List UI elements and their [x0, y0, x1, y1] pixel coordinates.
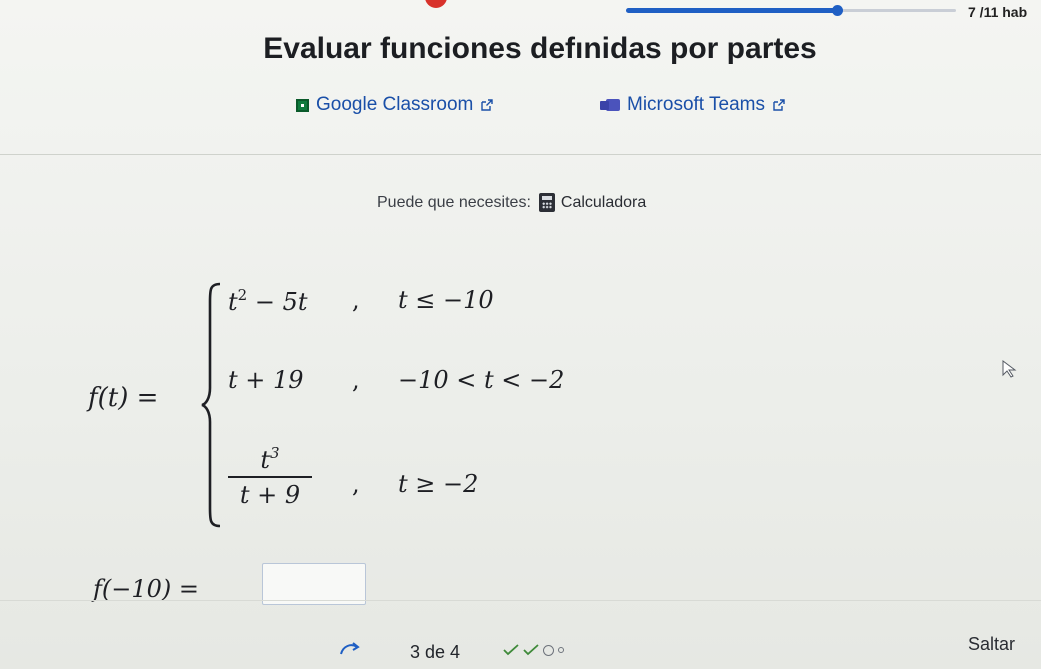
google-classroom-link[interactable]: Google Classroom [296, 94, 494, 116]
question-prompt: f(−10) = [93, 575, 199, 603]
exercise-page: 7 /11 hab Evaluar funciones defınidas po… [0, 0, 1041, 669]
progress-count: 7 /11 hab [968, 4, 1028, 20]
piece-3-numerator: t3 [228, 444, 312, 474]
piece-1-tail: − 5t [247, 288, 308, 316]
fraction-bar [228, 476, 312, 478]
progress-bar [626, 5, 956, 16]
calculator-link[interactable]: Calculadora [538, 193, 647, 212]
progress-knob [832, 5, 844, 16]
notification-dot[interactable] [425, 0, 447, 8]
piece-3-sep: , [352, 470, 360, 498]
piece-2-sep: , [352, 366, 360, 394]
share-row: Google Classroom Microsoft Teams [0, 94, 1041, 120]
piece-1-base: t [228, 288, 238, 316]
calculator-icon [538, 193, 555, 212]
function-lhs: f(t) = [88, 383, 159, 413]
divider [0, 154, 1041, 155]
piece-3-denominator: t + 9 [239, 481, 301, 509]
skip-button[interactable]: Saltar [968, 634, 1015, 655]
microsoft-teams-label: Microsoft Teams [627, 94, 765, 115]
page-title: Evaluar funciones defınidas por partes [263, 32, 817, 65]
external-link-icon [773, 99, 785, 111]
progress-fill [626, 8, 838, 13]
google-classroom-label: Google Classroom [316, 94, 474, 115]
answer-input[interactable] [262, 563, 366, 605]
mouse-cursor-icon [1002, 360, 1017, 378]
step-counter: 3 de 4 [410, 642, 461, 662]
top-bar: 7 /11 hab [0, 0, 1041, 22]
tools-prompt: Puede que necesites: [377, 193, 531, 211]
piece-2-expr: t + 19 [228, 366, 304, 394]
footer-divider [0, 600, 1041, 601]
pending-dot-icon [558, 647, 564, 653]
attempt-marks [503, 643, 564, 657]
piece-3-cond: t ≥ −2 [398, 470, 479, 498]
piece-2-cond: −10 < t < −2 [398, 366, 565, 394]
piece-3-num-base: t [260, 446, 271, 474]
retry-icon[interactable] [338, 640, 360, 660]
check-icon [503, 644, 519, 656]
google-classroom-icon [296, 98, 309, 112]
left-brace-icon [201, 282, 221, 528]
check-icon [523, 644, 539, 656]
tools-hint: Puede que necesites: Calculadora [377, 193, 646, 212]
pending-circle-icon [543, 644, 554, 656]
piece-1-exp: 2 [237, 286, 248, 304]
piece-1-cond: t ≤ −10 [398, 286, 494, 314]
external-link-icon [481, 99, 494, 111]
piece-3-fraction: t3 t + 9 [228, 444, 312, 509]
piece-1-sep: , [352, 286, 360, 314]
calculator-label: Calculadora [560, 193, 647, 211]
microsoft-teams-link[interactable]: Microsoft Teams [600, 94, 786, 116]
microsoft-teams-icon [600, 98, 620, 112]
piece-1-expr: t2 − 5t [228, 286, 307, 316]
piece-3-num-exp: 3 [270, 444, 280, 462]
